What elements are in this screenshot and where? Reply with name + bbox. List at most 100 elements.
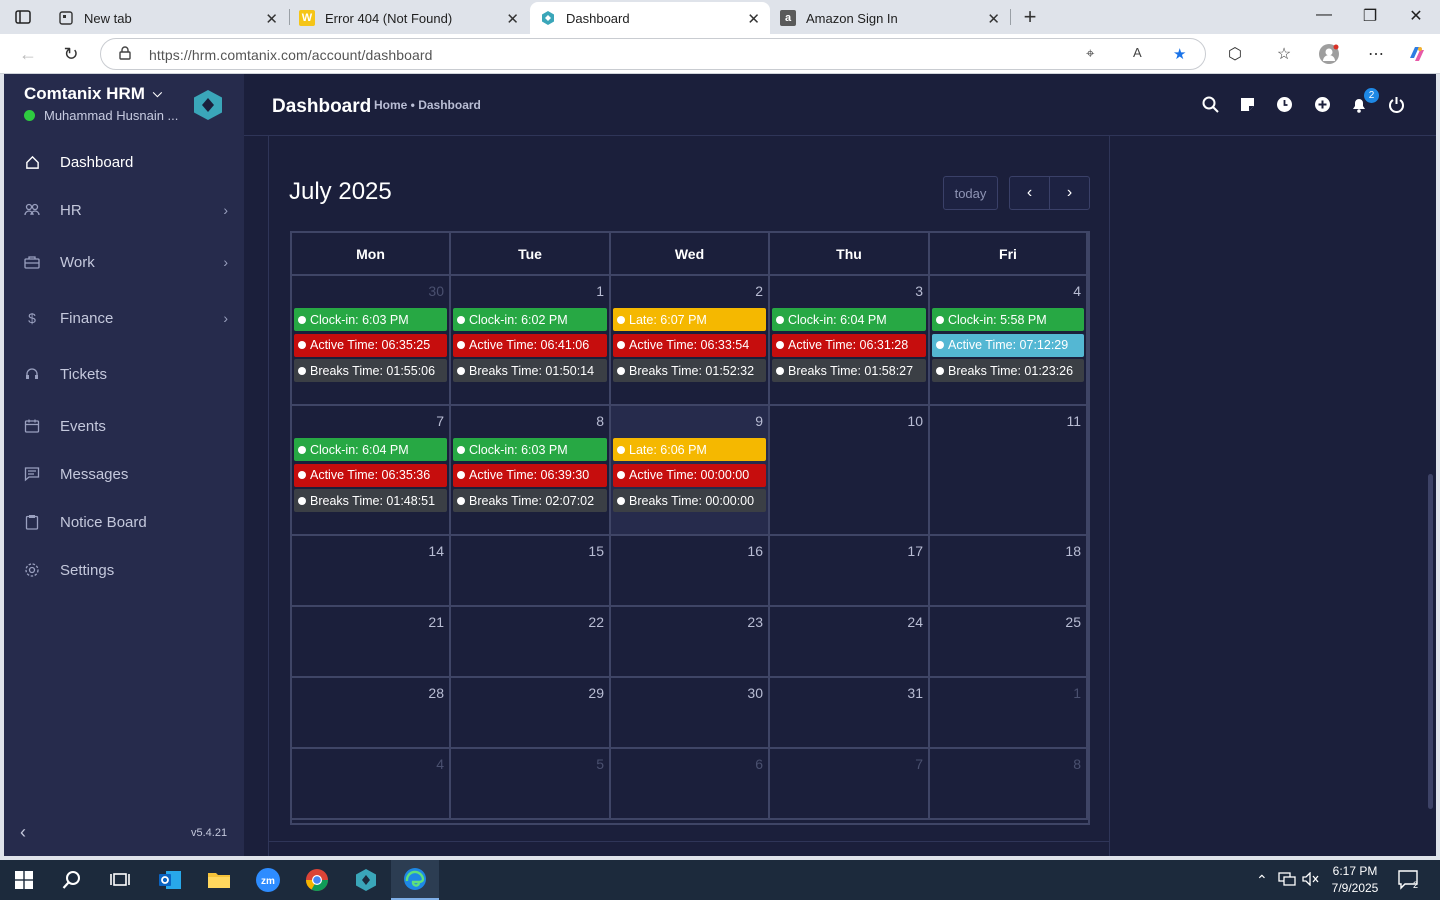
day-cell-tue[interactable]: 5 [451,749,611,820]
search-icon[interactable] [1200,94,1220,114]
active-time-event[interactable]: Active Time: 06:31:28 [772,333,926,357]
tab-dashboard[interactable]: Dashboard ✕ [530,2,770,34]
day-cell-wed[interactable]: 6 [611,749,770,820]
day-number[interactable]: 4 [436,756,444,772]
sidebar-item-tickets[interactable]: Tickets [4,346,244,402]
minimize-icon[interactable]: — [1312,6,1336,24]
day-number[interactable]: 17 [907,543,923,559]
read-aloud-icon[interactable]: A [1133,45,1142,60]
close-tab-icon[interactable]: ✕ [747,10,760,28]
day-number[interactable]: 30 [428,283,444,299]
clock-in-event[interactable]: Clock-in: 6:03 PM [453,438,607,461]
day-number[interactable]: 24 [907,614,923,630]
breaks-time-event[interactable]: Breaks Time: 01:50:14 [453,359,607,382]
lock-icon[interactable] [119,46,131,63]
day-cell-fri[interactable]: 8 [930,749,1088,820]
prev-month-button[interactable]: ‹ [1009,176,1050,210]
clock-in-event[interactable]: Clock-in: 6:04 PM [772,308,926,331]
favorite-star-icon[interactable]: ★ [1173,45,1186,63]
day-number[interactable]: 7 [436,413,444,429]
breaks-time-event[interactable]: Breaks Time: 01:52:32 [613,359,766,382]
clock-in-event[interactable]: Clock-in: 5:58 PM [932,308,1084,331]
active-time-event[interactable]: Active Time: 06:35:36 [294,463,447,487]
day-number[interactable]: 30 [747,685,763,701]
sidebar-item-hr[interactable]: HR › [4,186,244,234]
day-cell-thu[interactable]: 7 [770,749,930,820]
today-button[interactable]: today [943,176,998,210]
day-cell-mon[interactable]: 21 [292,607,451,678]
breaks-time-event[interactable]: Breaks Time: 00:00:00 [613,489,766,512]
sidebar-item-finance[interactable]: $ Finance › [4,290,244,346]
sidebar-item-notice-board[interactable]: Notice Board [4,498,244,546]
breaks-time-event[interactable]: Breaks Time: 01:48:51 [294,489,447,512]
day-number[interactable]: 21 [428,614,444,630]
close-window-icon[interactable]: ✕ [1404,6,1428,26]
day-number[interactable]: 8 [1073,756,1081,772]
active-time-event[interactable]: Active Time: 06:33:54 [613,333,766,357]
day-cell-wed[interactable]: 2 Late: 6:07 PM Active Time: 06:33:54 Break… [611,276,770,406]
active-time-event[interactable]: Active Time: 07:12:29 [932,333,1084,357]
copilot-icon[interactable] [1406,44,1428,69]
outlook-icon[interactable] [146,860,194,900]
late-event[interactable]: Late: 6:06 PM [613,438,766,461]
breaks-time-event[interactable]: Breaks Time: 01:55:06 [294,359,447,382]
sidebar-item-events[interactable]: Events [4,402,244,450]
new-tab-button[interactable]: + [1018,4,1042,29]
sidebar-item-settings[interactable]: Settings [4,546,244,594]
brand-dropdown[interactable]: Comtanix HRM ⌵ [24,84,162,104]
active-time-event[interactable]: Active Time: 06:39:30 [453,463,607,487]
clock-in-event[interactable]: Clock-in: 6:04 PM [294,438,447,461]
power-icon[interactable] [1386,94,1406,114]
day-number[interactable]: 10 [907,413,923,429]
day-cell-mon[interactable]: 4 [292,749,451,820]
day-number[interactable]: 6 [755,756,763,772]
tab-amazon[interactable]: a Amazon Sign In ✕ [770,2,1010,34]
clock-icon[interactable] [1274,94,1294,114]
day-cell-thu[interactable]: 24 [770,607,930,678]
action-center-icon[interactable]: 2 [1398,870,1420,893]
tab-error-404[interactable]: W Error 404 (Not Found) ✕ [289,2,529,34]
day-cell-mon[interactable]: 28 [292,678,451,749]
sticky-note-icon[interactable] [1237,94,1257,114]
day-number[interactable]: 1 [1073,685,1081,701]
comtanix-app-icon[interactable] [342,860,390,900]
next-month-button[interactable]: › [1049,176,1090,210]
favorites-icon[interactable]: ☆ [1273,44,1295,64]
day-cell-fri[interactable]: 11 [930,406,1088,536]
location-icon[interactable]: ⌖ [1086,45,1094,62]
day-cell-wed[interactable]: 9 Late: 6:06 PM Active Time: 00:00:00 Break… [611,406,770,536]
refresh-icon[interactable]: ↻ [59,42,83,66]
day-number[interactable]: 9 [755,413,763,429]
file-explorer-icon[interactable] [195,860,243,900]
show-hidden-icons-icon[interactable]: ⌃ [1256,872,1268,889]
day-cell-tue[interactable]: 8 Clock-in: 6:03 PM Active Time: 06:39:30 B… [451,406,611,536]
close-tab-icon[interactable]: ✕ [987,10,1000,28]
more-menu-icon[interactable]: ⋯ [1365,44,1387,64]
sidebar-item-work[interactable]: Work › [4,234,244,290]
clock-in-event[interactable]: Clock-in: 6:02 PM [453,308,607,331]
day-cell-wed[interactable]: 16 [611,536,770,607]
day-number[interactable]: 25 [1065,614,1081,630]
day-cell-tue[interactable]: 29 [451,678,611,749]
profile-avatar-icon[interactable] [1318,44,1340,69]
day-cell-mon[interactable]: 14 [292,536,451,607]
edge-icon[interactable] [391,860,439,900]
sidebar-item-messages[interactable]: Messages [4,450,244,498]
day-cell-fri[interactable]: 18 [930,536,1088,607]
back-icon[interactable]: ← [16,42,40,66]
day-cell-wed[interactable]: 30 [611,678,770,749]
day-cell-fri[interactable]: 1 [930,678,1088,749]
close-tab-icon[interactable]: ✕ [506,10,519,28]
active-time-event[interactable]: Active Time: 00:00:00 [613,463,766,487]
sidebar-item-dashboard[interactable]: Dashboard [4,144,244,180]
day-cell-mon[interactable]: 7 Clock-in: 6:04 PM Active Time: 06:35:36 B… [292,406,451,536]
url-field[interactable]: https://hrm.comtanix.com/account/dashboa… [100,38,1206,70]
tab-new-tab[interactable]: New tab ✕ [48,2,288,34]
breaks-time-event[interactable]: Breaks Time: 01:23:26 [932,359,1084,382]
app-logo-icon[interactable] [192,90,224,120]
day-number[interactable]: 11 [1066,413,1081,429]
day-cell-tue[interactable]: 1 Clock-in: 6:02 PM Active Time: 06:41:06 B… [451,276,611,406]
day-cell-thu[interactable]: 10 [770,406,930,536]
extensions-icon[interactable]: ⬡ [1224,44,1246,64]
day-number[interactable]: 5 [596,756,604,772]
